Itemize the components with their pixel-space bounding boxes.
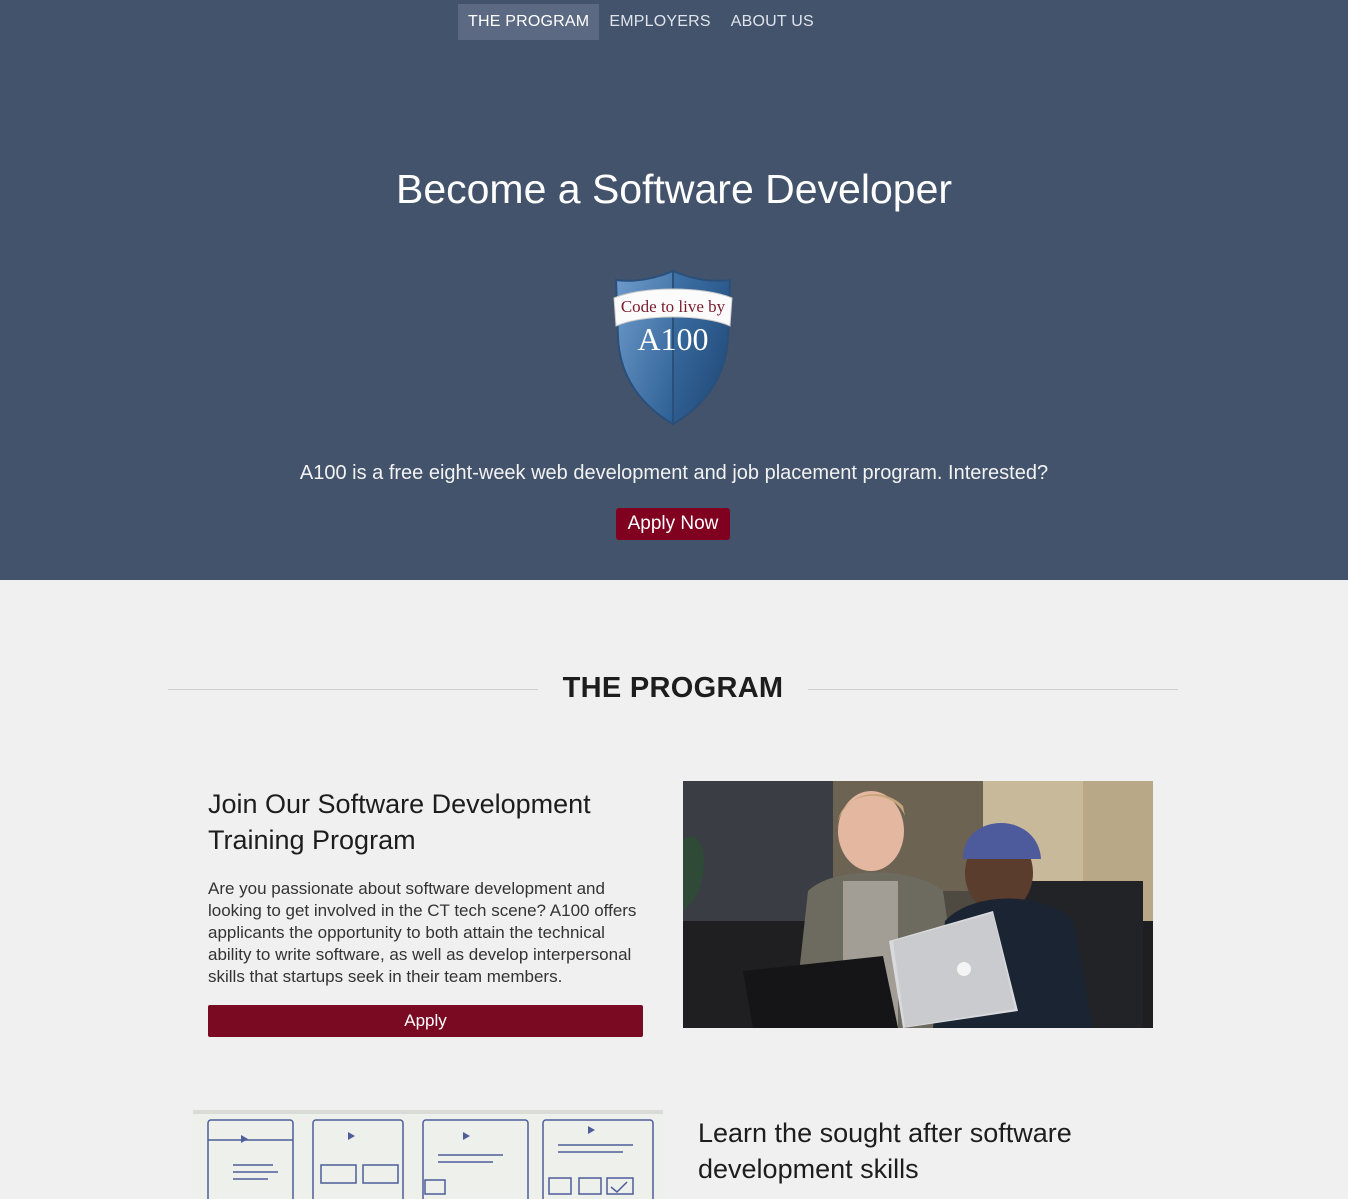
- section-divider-right: [808, 689, 1178, 690]
- wireframe-sketches-photo: [193, 1110, 663, 1199]
- training-program-description: Are you passionate about software develo…: [208, 879, 637, 986]
- section-title-program: THE PROGRAM: [562, 672, 784, 704]
- hero-banner: THE PROGRAM EMPLOYERS ABOUT US Become a …: [0, 0, 1348, 580]
- apply-now-button[interactable]: Apply Now: [616, 508, 730, 540]
- section-divider-left: [168, 689, 538, 690]
- nav-link-the-program[interactable]: THE PROGRAM: [458, 4, 600, 40]
- apply-button[interactable]: Apply: [208, 1005, 643, 1037]
- skills-heading: Learn the sought after software developm…: [698, 1118, 1072, 1184]
- training-program-heading: Join Our Software Development Training P…: [208, 789, 591, 855]
- nav-link-employers[interactable]: EMPLOYERS: [599, 4, 720, 40]
- logo-mark-text: A100: [637, 321, 708, 357]
- nav-link-about-us[interactable]: ABOUT US: [721, 4, 824, 40]
- logo-ribbon-text: Code to live by: [621, 297, 726, 316]
- students-with-laptops-photo: [683, 781, 1153, 1028]
- top-nav: THE PROGRAM EMPLOYERS ABOUT US: [458, 4, 824, 40]
- hero-tagline: A100 is a free eight-week web developmen…: [299, 462, 1049, 484]
- hero-title: Become a Software Developer: [395, 166, 953, 212]
- a100-shield-logo: Code to live by A100: [613, 269, 733, 426]
